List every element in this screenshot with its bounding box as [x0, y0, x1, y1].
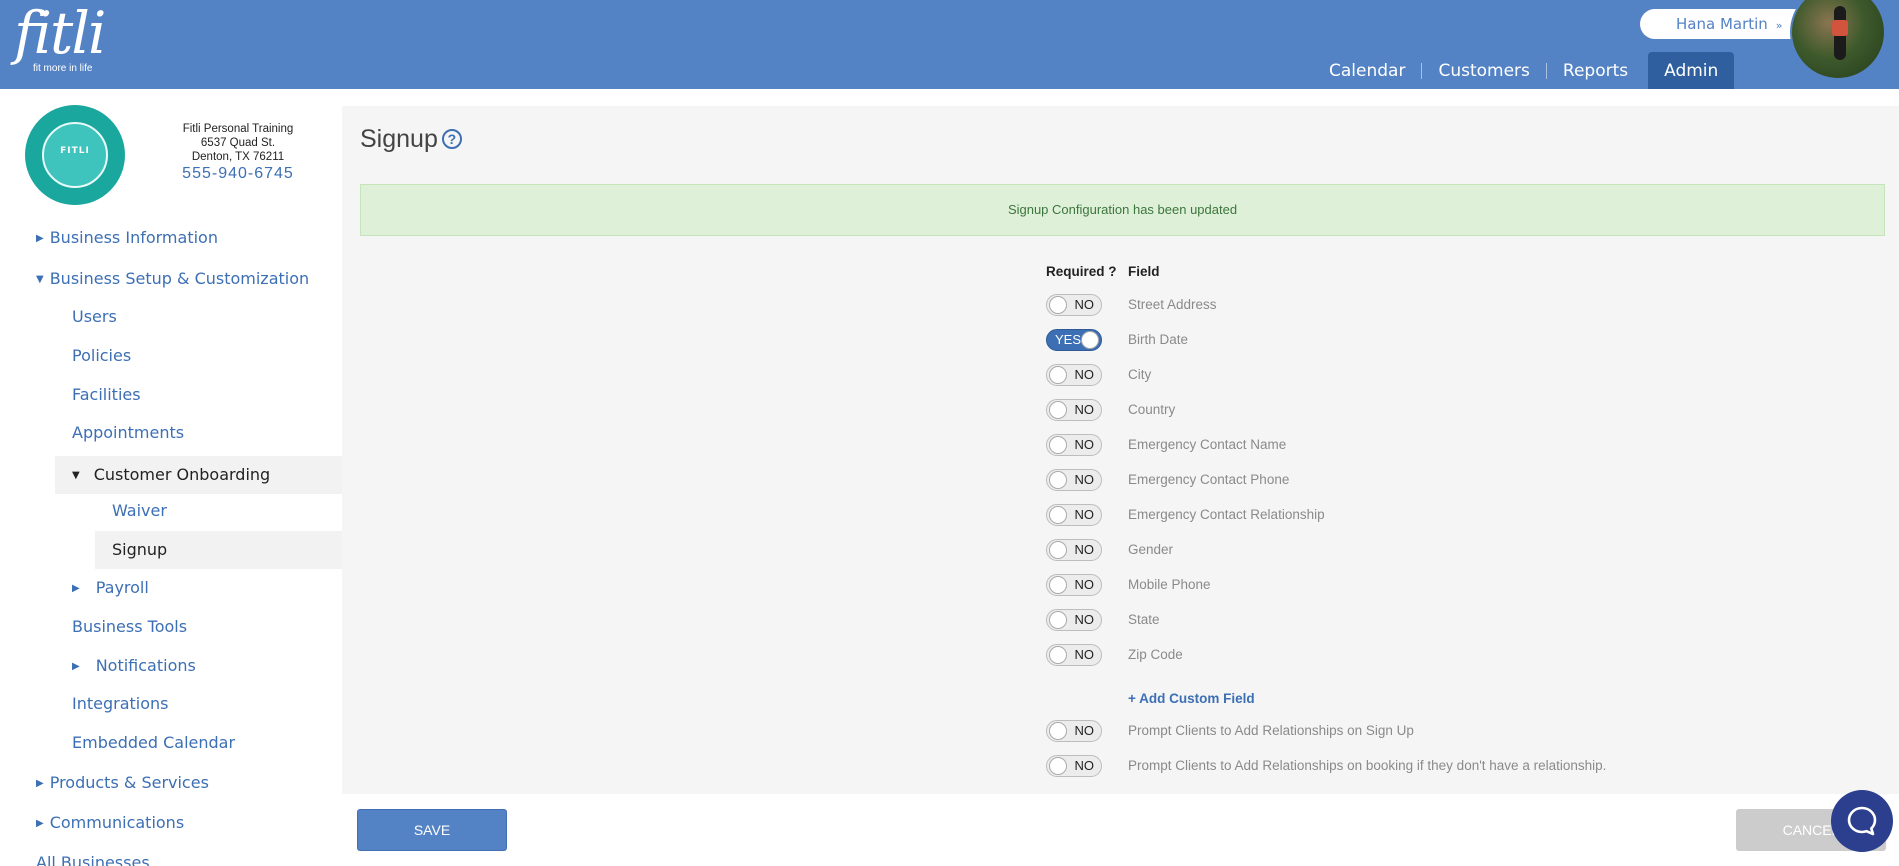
sidebar-item-payroll[interactable]: ▶ Payroll — [72, 569, 149, 607]
toggle-prompt-relationships-signup[interactable]: NO — [1046, 720, 1102, 742]
sidebar-item-communications[interactable]: ▶ Communications — [36, 804, 184, 842]
field-label-zip-code: Zip Code — [1128, 647, 1183, 662]
field-label-emergency-contact-relationship: Emergency Contact Relationship — [1128, 507, 1325, 522]
sidebar-item-notifications[interactable]: ▶ Notifications — [72, 647, 196, 685]
sidebar-item-business-setup[interactable]: ▼ Business Setup & Customization — [36, 260, 309, 298]
sidebar-item-business-tools[interactable]: Business Tools — [72, 608, 187, 646]
caret-down-icon: ▼ — [36, 274, 44, 285]
sidebar-item-embedded-calendar[interactable]: Embedded Calendar — [72, 724, 235, 762]
label-prompt-relationships-signup: Prompt Clients to Add Relationships on S… — [1128, 723, 1414, 738]
fitli-logo[interactable]: fitli fit more in life — [14, 0, 106, 74]
business-info: Fitli Personal Training 6537 Quad St. De… — [150, 122, 326, 182]
avatar[interactable] — [1790, 0, 1886, 80]
sidebar-item-appointments[interactable]: Appointments — [72, 414, 184, 452]
business-name: Fitli Personal Training — [182, 123, 294, 135]
required-toggle-emergency-contact-phone[interactable]: NO — [1046, 469, 1102, 491]
sidebar-item-integrations[interactable]: Integrations — [72, 685, 169, 723]
logo-tagline: fit more in life — [33, 63, 93, 74]
required-toggle-gender[interactable]: NO — [1046, 539, 1102, 561]
caret-right-icon: ▶ — [72, 583, 80, 594]
top-header: fitli fit more in life Hana Martin » Cale… — [0, 0, 1899, 89]
caret-down-icon: ▼ — [72, 470, 80, 481]
nav-admin[interactable]: Admin — [1648, 52, 1735, 89]
add-custom-field-link[interactable]: + Add Custom Field — [1128, 691, 1255, 706]
business-logo-text: FITLI — [60, 146, 90, 156]
sidebar-item-business-information[interactable]: ▶ Business Information — [36, 219, 218, 257]
required-toggle-street-address[interactable]: NO — [1046, 294, 1102, 316]
help-icon[interactable]: ? — [441, 129, 462, 149]
user-name: Hana Martin — [1676, 15, 1768, 33]
sidebar-item-facilities[interactable]: Facilities — [72, 376, 141, 414]
label-prompt-relationships-booking: Prompt Clients to Add Relationships on b… — [1128, 758, 1607, 773]
sidebar-item-policies[interactable]: Policies — [72, 337, 131, 375]
toggle-prompt-relationships-booking[interactable]: NO — [1046, 755, 1102, 777]
sidebar-item-users[interactable]: Users — [72, 298, 117, 336]
field-label-gender: Gender — [1128, 542, 1174, 557]
page-title: Signup? — [360, 125, 462, 154]
field-label-mobile-phone: Mobile Phone — [1128, 577, 1211, 592]
required-toggle-state[interactable]: NO — [1046, 609, 1102, 631]
sidebar-item-customer-onboarding[interactable]: ▼ Customer Onboarding — [72, 456, 270, 494]
required-toggle-emergency-contact-relationship[interactable]: NO — [1046, 504, 1102, 526]
business-phone[interactable]: 555-940-6745 — [150, 166, 326, 182]
success-alert: Signup Configuration has been updated — [360, 184, 1885, 236]
logo-wordmark: fitli — [14, 0, 106, 67]
business-logo: FITLI — [25, 105, 125, 205]
business-street: 6537 Quad St. — [200, 137, 276, 149]
field-label-emergency-contact-phone: Emergency Contact Phone — [1128, 472, 1290, 487]
chat-bubble-icon — [1847, 806, 1877, 836]
column-header-field: Field — [1128, 264, 1160, 279]
caret-right-icon: ▶ — [36, 818, 44, 829]
sidebar-item-products-services[interactable]: ▶ Products & Services — [36, 764, 209, 802]
required-toggle-country[interactable]: NO — [1046, 399, 1102, 421]
sidebar-item-signup[interactable]: Signup — [112, 531, 167, 569]
field-label-city: City — [1128, 367, 1152, 382]
chat-button[interactable] — [1831, 790, 1893, 852]
field-label-country: Country — [1128, 402, 1176, 417]
chevron-down-icon: » — [1775, 19, 1783, 32]
required-toggle-zip-code[interactable]: NO — [1046, 644, 1102, 666]
save-button[interactable]: SAVE — [357, 809, 507, 851]
nav-calendar[interactable]: Calendar — [1313, 52, 1421, 89]
main-panel: Signup? Signup Configuration has been up… — [342, 106, 1899, 794]
nav-reports[interactable]: Reports — [1547, 52, 1644, 89]
caret-right-icon: ▶ — [36, 233, 44, 244]
column-header-required: Required ? — [1046, 264, 1117, 279]
caret-right-icon: ▶ — [72, 661, 80, 672]
field-label-street-address: Street Address — [1128, 297, 1217, 312]
required-toggle-city[interactable]: NO — [1046, 364, 1102, 386]
field-label-emergency-contact-name: Emergency Contact Name — [1128, 437, 1287, 452]
required-toggle-birth-date[interactable]: YES — [1046, 329, 1102, 351]
nav-customers[interactable]: Customers — [1422, 52, 1545, 89]
business-city: Denton, TX 76211 — [191, 151, 285, 163]
required-toggle-mobile-phone[interactable]: NO — [1046, 574, 1102, 596]
required-toggle-emergency-contact-name[interactable]: NO — [1046, 434, 1102, 456]
sidebar-item-all-businesses[interactable]: All Businesses — [36, 844, 150, 866]
sidebar: FITLI Fitli Personal Training 6537 Quad … — [0, 89, 342, 866]
sidebar-item-waiver[interactable]: Waiver — [112, 492, 167, 530]
field-label-birth-date: Birth Date — [1128, 332, 1189, 347]
caret-right-icon: ▶ — [36, 778, 44, 789]
field-label-state: State — [1128, 612, 1160, 627]
main-nav: Calendar Customers Reports Admin — [1313, 52, 1735, 89]
